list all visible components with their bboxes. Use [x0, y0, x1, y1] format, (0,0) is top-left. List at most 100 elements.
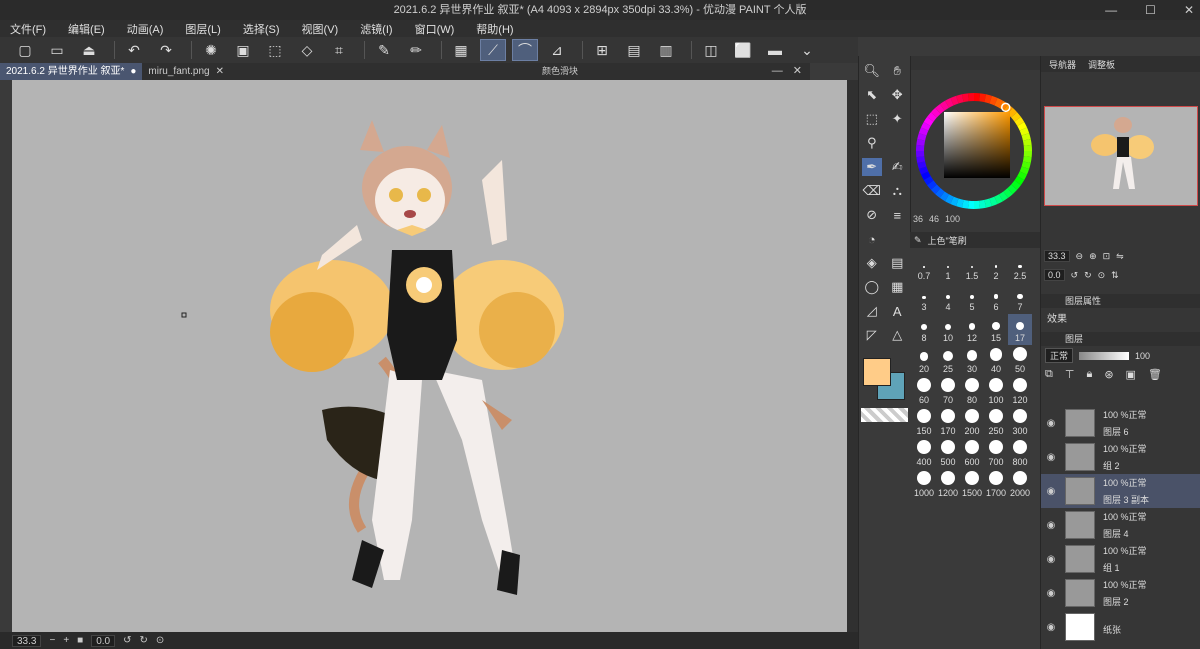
eyedropper-icon[interactable]: ⚲ — [862, 134, 882, 152]
eye-icon[interactable]: ◉ — [1041, 588, 1061, 599]
brush-size-cell[interactable]: 400 — [912, 438, 936, 469]
zoom-in-icon[interactable]: ⊕ — [1089, 251, 1097, 262]
menu-layer[interactable]: 图层(L) — [185, 21, 220, 37]
rotate-right-icon[interactable]: ↻ — [140, 635, 148, 646]
move-icon[interactable]: ✥ — [887, 86, 907, 104]
brush-size-cell[interactable]: 50 — [1008, 345, 1032, 376]
layer-row[interactable]: ◉ 100 %正常 图层 4 — [1041, 508, 1200, 542]
rotate-right-icon[interactable]: ↻ — [1084, 270, 1092, 281]
layer-row[interactable]: ◉ 100 %正常 图层 3 副本 — [1041, 474, 1200, 508]
mask-icon[interactable]: ▣ — [1126, 368, 1136, 381]
brush-size-cell[interactable]: 2 — [984, 252, 1008, 283]
snap-icon[interactable]: ⊿ — [544, 39, 570, 61]
brush-size-cell[interactable]: 170 — [936, 407, 960, 438]
brush-size-cell[interactable]: 2.5 — [1008, 252, 1032, 283]
new-file-icon[interactable]: ▢ — [12, 39, 38, 61]
brush-size-cell[interactable]: 700 — [984, 438, 1008, 469]
fit-icon[interactable]: ■ — [77, 635, 83, 646]
brush-size-cell[interactable]: 7 — [1008, 283, 1032, 314]
selection-icon[interactable]: ⬚ — [862, 110, 882, 128]
gradient-icon[interactable]: ▤ — [621, 39, 647, 61]
brush-size-cell[interactable]: 60 — [912, 376, 936, 407]
brush-size-cell[interactable]: 2000 — [1008, 469, 1032, 500]
open-file-icon[interactable]: ▭ — [44, 39, 70, 61]
airbrush-icon[interactable]: ⊘ — [862, 206, 882, 224]
layer-row[interactable]: ◉ 纸张 — [1041, 610, 1200, 644]
menu-window[interactable]: 窗口(W) — [415, 21, 455, 37]
opacity-value[interactable]: 100 — [1135, 351, 1150, 361]
brush-size-cell[interactable]: 0.7 — [912, 252, 936, 283]
maximize-icon[interactable]: ☐ — [1145, 0, 1156, 20]
text-icon[interactable]: A — [887, 302, 907, 320]
menu-select[interactable]: 选择(S) — [243, 21, 280, 37]
angle-readout[interactable]: 0.0 — [91, 634, 116, 647]
eye-icon[interactable]: ◉ — [1041, 554, 1061, 565]
zoom-readout[interactable]: 33.3 — [12, 634, 42, 647]
hand-icon[interactable]: ✋︎ — [887, 62, 907, 80]
tab-navigator[interactable]: 导航器 — [1049, 58, 1076, 71]
canvas-scrollbar[interactable] — [847, 80, 858, 632]
blend-mode-select[interactable]: 正常 — [1045, 348, 1074, 363]
brush-size-cell[interactable]: 1000 — [912, 469, 936, 500]
minimize-icon[interactable]: — — [772, 63, 783, 80]
layer-row[interactable]: ◉ 100 %正常组 1 — [1041, 542, 1200, 576]
gradient-tool-icon[interactable]: ▤ — [887, 254, 907, 272]
brush-size-cell[interactable]: 15 — [984, 314, 1008, 345]
menu-view[interactable]: 视图(V) — [302, 21, 339, 37]
brush-size-cell[interactable]: 1500 — [960, 469, 984, 500]
close-icon[interactable]: ● — [130, 63, 136, 80]
frame-icon[interactable]: ▦ — [448, 39, 474, 61]
rotate-left-icon[interactable]: ↺ — [123, 635, 131, 646]
blend-icon[interactable]: ⛬ — [887, 182, 907, 200]
canvas[interactable] — [12, 80, 847, 632]
floating-panel-header[interactable]: 颜色滑块 — ✕ — [310, 63, 810, 80]
menu-filter[interactable]: 滤镜(I) — [360, 21, 392, 37]
zoom-icon[interactable]: 🔍︎ — [862, 62, 882, 80]
reset-rotation-icon[interactable]: ⊙ — [156, 635, 164, 646]
brush-tab-label[interactable]: 上色"笔刷 — [928, 234, 967, 247]
brush-size-cell[interactable]: 4 — [936, 283, 960, 314]
tab-adjust[interactable]: 调整板 — [1088, 58, 1115, 71]
eye-icon[interactable]: ◉ — [1041, 486, 1061, 497]
eye-icon[interactable]: ◉ — [1041, 452, 1061, 463]
brush-size-cell[interactable]: 17 — [1008, 314, 1032, 345]
smudge-icon[interactable]: ◔ — [862, 230, 882, 248]
panel-frame-icon[interactable]: ▦ — [887, 278, 907, 296]
tab-image[interactable]: miru_fant.png ✕ — [142, 63, 230, 80]
brush-size-cell[interactable]: 120 — [1008, 376, 1032, 407]
transparent-swatch[interactable] — [861, 408, 908, 422]
brush-size-cell[interactable]: 800 — [1008, 438, 1032, 469]
brush-size-cell[interactable]: 20 — [912, 345, 936, 376]
zoom-out-icon[interactable]: ⊖ — [1076, 251, 1084, 262]
fit-icon[interactable]: ⊡ — [1103, 251, 1111, 262]
brush-snap-icon[interactable]: ⌒ — [512, 39, 538, 61]
save-icon[interactable]: ⏏ — [76, 39, 102, 61]
figure-icon[interactable]: ◯ — [862, 278, 882, 296]
color-swatches[interactable] — [861, 354, 910, 404]
layer-property-title[interactable]: 图层属性 — [1065, 296, 1101, 306]
brush-size-cell[interactable]: 70 — [936, 376, 960, 407]
brush-size-cell[interactable]: 40 — [984, 345, 1008, 376]
chevron-down-icon[interactable]: ⌄ — [794, 39, 820, 61]
ruler-icon[interactable]: ⟋ — [480, 39, 506, 61]
deselect-icon[interactable]: ✺ — [198, 39, 224, 61]
minimize-icon[interactable]: — — [1105, 0, 1117, 20]
brush-size-cell[interactable]: 25 — [936, 345, 960, 376]
brush-size-cell[interactable]: 12 — [960, 314, 984, 345]
redo-icon[interactable]: ↷ — [153, 39, 179, 61]
brush-size-cell[interactable]: 10 — [936, 314, 960, 345]
close-icon[interactable]: ✕ — [1184, 0, 1194, 20]
layer-row[interactable]: ◉ 100 %正常组 2 — [1041, 440, 1200, 474]
brush-size-cell[interactable]: 8 — [912, 314, 936, 345]
undo-icon[interactable]: ↶ — [121, 39, 147, 61]
layer-row[interactable]: ◉ 100 %正常 图层 2 — [1041, 576, 1200, 610]
lock-icon[interactable]: 🔒︎ — [1086, 368, 1092, 381]
clear-icon[interactable]: ▣ — [230, 39, 256, 61]
brush-size-cell[interactable]: 1 — [936, 252, 960, 283]
brush-size-cell[interactable]: 3 — [912, 283, 936, 314]
brush-size-cell[interactable]: 250 — [984, 407, 1008, 438]
trash-icon[interactable]: 🗑︎ — [1148, 368, 1162, 381]
brush-size-cell[interactable]: 200 — [960, 407, 984, 438]
brush-size-cell[interactable]: 300 — [1008, 407, 1032, 438]
clip-icon[interactable]: ⊤ — [1065, 368, 1075, 381]
